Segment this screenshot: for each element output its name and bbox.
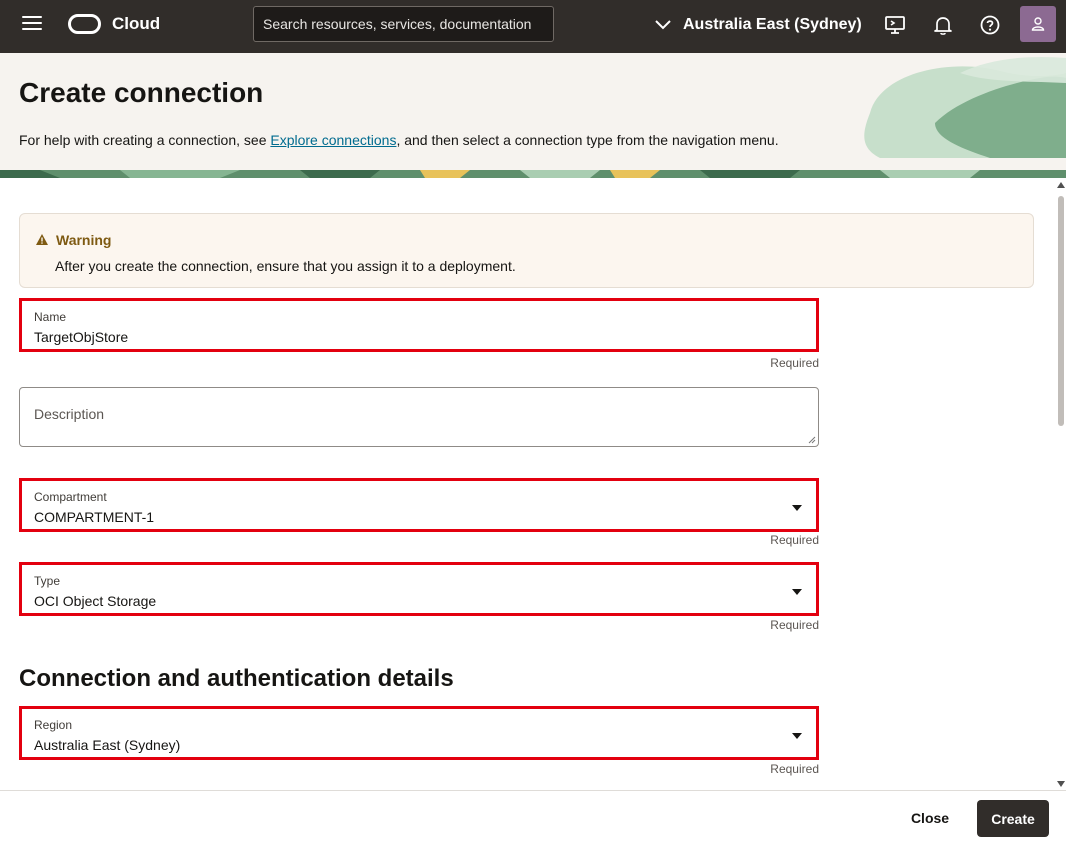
top-navigation-bar: Cloud Australia East (Sydney) bbox=[0, 0, 1066, 53]
region-label: Region bbox=[34, 718, 73, 732]
create-button[interactable]: Create bbox=[977, 800, 1049, 837]
section-title: Connection and authentication details bbox=[19, 665, 454, 692]
region-required-hint: Required bbox=[770, 762, 819, 776]
name-required-hint: Required bbox=[770, 356, 819, 370]
resize-handle-icon[interactable] bbox=[808, 436, 816, 444]
warning-title: Warning bbox=[56, 232, 112, 248]
region-selector[interactable]: Australia East (Sydney) bbox=[655, 14, 862, 36]
type-label: Type bbox=[34, 574, 61, 588]
caret-down-icon bbox=[792, 589, 802, 595]
help-icon[interactable] bbox=[979, 14, 1001, 36]
scrollbar-thumb[interactable] bbox=[1058, 196, 1064, 426]
scroll-down-icon[interactable] bbox=[1057, 781, 1065, 787]
compartment-required-hint: Required bbox=[770, 533, 819, 547]
vertical-scrollbar[interactable] bbox=[1056, 178, 1066, 790]
search-box[interactable] bbox=[253, 6, 554, 42]
region-value: Australia East (Sydney) bbox=[34, 737, 181, 753]
warning-banner: Warning After you create the connection,… bbox=[19, 213, 1034, 288]
compartment-value: COMPARTMENT-1 bbox=[34, 509, 155, 525]
cloud-shell-icon[interactable] bbox=[884, 14, 906, 36]
decorative-banner-art bbox=[0, 56, 1066, 178]
help-text-prefix: For help with creating a connection, see bbox=[19, 132, 271, 148]
help-text-suffix: , and then select a connection type from… bbox=[396, 132, 779, 148]
type-value: OCI Object Storage bbox=[34, 593, 157, 609]
user-icon bbox=[1031, 17, 1045, 31]
scroll-up-icon[interactable] bbox=[1057, 182, 1065, 188]
region-label: Australia East (Sydney) bbox=[683, 16, 862, 33]
page-header-banner: Create connection For help with creating… bbox=[0, 53, 1066, 178]
caret-down-icon bbox=[792, 733, 802, 739]
type-required-hint: Required bbox=[770, 618, 819, 632]
panel-footer: Close Create bbox=[0, 790, 1066, 841]
explore-connections-link[interactable]: Explore connections bbox=[270, 132, 396, 148]
bell-icon[interactable] bbox=[932, 14, 954, 36]
close-button[interactable]: Close bbox=[898, 800, 962, 836]
region-select[interactable]: Region Australia East (Sydney) bbox=[19, 706, 819, 760]
search-input[interactable] bbox=[254, 7, 553, 41]
page-title: Create connection bbox=[19, 77, 264, 108]
page-help-text: For help with creating a connection, see… bbox=[19, 132, 779, 148]
type-select[interactable]: Type OCI Object Storage bbox=[19, 562, 819, 616]
warning-text: After you create the connection, ensure … bbox=[55, 258, 516, 274]
user-avatar[interactable] bbox=[1020, 6, 1056, 42]
oracle-logo-icon[interactable] bbox=[68, 14, 101, 34]
compartment-label: Compartment bbox=[34, 490, 107, 504]
caret-down-icon bbox=[792, 505, 802, 511]
brand-name[interactable]: Cloud bbox=[112, 14, 160, 34]
form-content: Warning After you create the connection,… bbox=[0, 178, 1056, 790]
description-input[interactable] bbox=[20, 388, 818, 446]
hamburger-menu-icon[interactable] bbox=[22, 16, 42, 32]
name-field[interactable]: Name bbox=[19, 298, 819, 352]
name-input[interactable] bbox=[34, 329, 734, 345]
description-field[interactable] bbox=[19, 387, 819, 447]
chevron-down-icon bbox=[655, 20, 671, 30]
compartment-select[interactable]: Compartment COMPARTMENT-1 bbox=[19, 478, 819, 532]
warning-icon bbox=[36, 234, 48, 245]
name-label: Name bbox=[34, 310, 67, 324]
